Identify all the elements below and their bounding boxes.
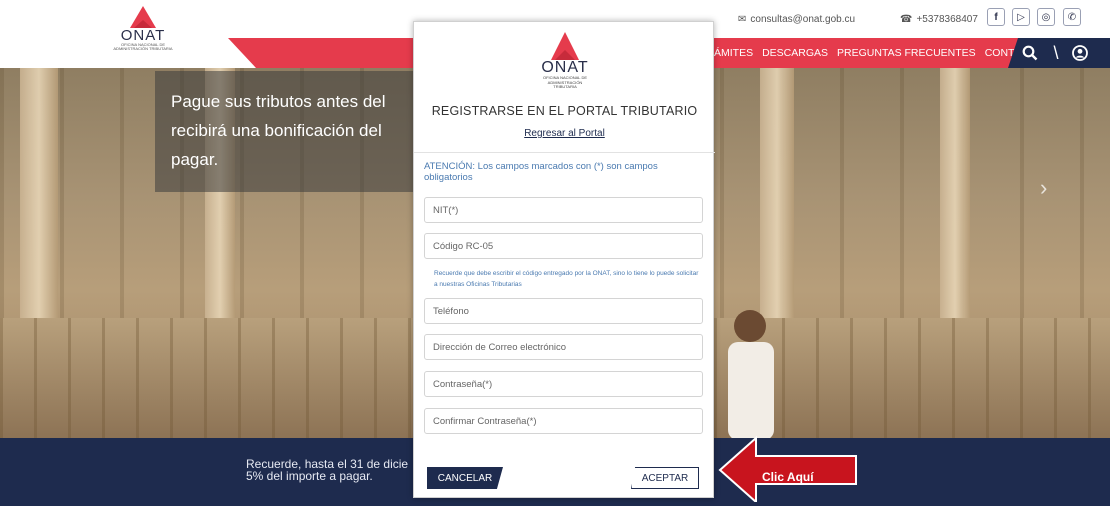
- return-to-portal-link[interactable]: Regresar al Portal: [414, 128, 715, 139]
- password-input[interactable]: [424, 371, 703, 397]
- codigo-hint: Recuerde que debe escribir el código ent…: [434, 270, 699, 288]
- hero-text: Pague sus tributos antes del recibirá un…: [155, 71, 415, 192]
- logo-tagline: ADMINISTRACIÓN TRIBUTARIA: [113, 46, 173, 51]
- phone-text: +5378368407: [916, 13, 978, 25]
- logo-brand: ONAT: [120, 27, 166, 44]
- facebook-icon[interactable]: f: [987, 8, 1005, 26]
- accept-button[interactable]: ACEPTAR: [631, 467, 699, 489]
- youtube-icon[interactable]: ▷: [1012, 8, 1030, 26]
- search-icon[interactable]: [1018, 41, 1042, 65]
- modal-logo: ONAT OFICINA NACIONAL DE ADMINISTRACIÓN …: [537, 32, 593, 102]
- telefono-input[interactable]: [424, 298, 703, 324]
- notice-line: 5% del importe a pagar.: [246, 469, 373, 483]
- phone-icon: ☎: [900, 13, 913, 25]
- cancel-button[interactable]: CANCELAR: [427, 467, 503, 489]
- modal-logo-tagline: ADMINISTRACIÓN TRIBUTARIA: [547, 79, 583, 89]
- confirm-password-input[interactable]: [424, 408, 703, 434]
- register-modal: ONAT OFICINA NACIONAL DE ADMINISTRACIÓN …: [413, 21, 715, 498]
- hero-person-image: [728, 310, 774, 438]
- nit-input[interactable]: [424, 197, 703, 223]
- modal-logo-brand: ONAT: [541, 59, 589, 76]
- nav-item-preguntas-frecuentes[interactable]: PREGUNTAS FRECUENTES: [837, 47, 976, 59]
- contact-phone[interactable]: ☎ +5378368407: [900, 12, 978, 26]
- click-here-label: Clic Aquí: [762, 470, 814, 484]
- email-input[interactable]: [424, 334, 703, 360]
- twitter-icon[interactable]: ✆: [1063, 8, 1081, 26]
- email-text: consultas@onat.gob.cu: [750, 13, 856, 25]
- mail-icon: ✉: [738, 13, 747, 25]
- site-logo[interactable]: ONAT OFICINA NACIONAL DE ADMINISTRACIÓN …: [108, 6, 178, 64]
- codigo-rc05-input[interactable]: [424, 233, 703, 259]
- notice-text: Recuerde, hasta el 31 de dicie 5% del im…: [246, 458, 408, 482]
- nav-item-tramites[interactable]: ÁMITES: [714, 47, 753, 59]
- contact-email[interactable]: ✉ consultas@onat.gob.cu: [738, 12, 855, 26]
- main-nav: ÁMITES DESCARGAS PREGUNTAS FRECUENTES CO…: [714, 38, 1043, 68]
- divider-icon: \: [1053, 42, 1059, 63]
- nav-item-descargas[interactable]: DESCARGAS: [762, 47, 828, 59]
- instagram-icon[interactable]: ◎: [1037, 8, 1055, 26]
- divider: [414, 152, 715, 153]
- click-here-arrow: [718, 436, 857, 502]
- required-fields-notice: ATENCIÓN: Los campos marcados con (*) so…: [424, 161, 658, 183]
- user-icon[interactable]: [1068, 41, 1092, 65]
- chevron-right-icon[interactable]: ›: [1040, 175, 1047, 201]
- logo-triangle-icon: [551, 32, 579, 60]
- modal-title: REGISTRARSE EN EL PORTAL TRIBUTARIO: [431, 104, 698, 118]
